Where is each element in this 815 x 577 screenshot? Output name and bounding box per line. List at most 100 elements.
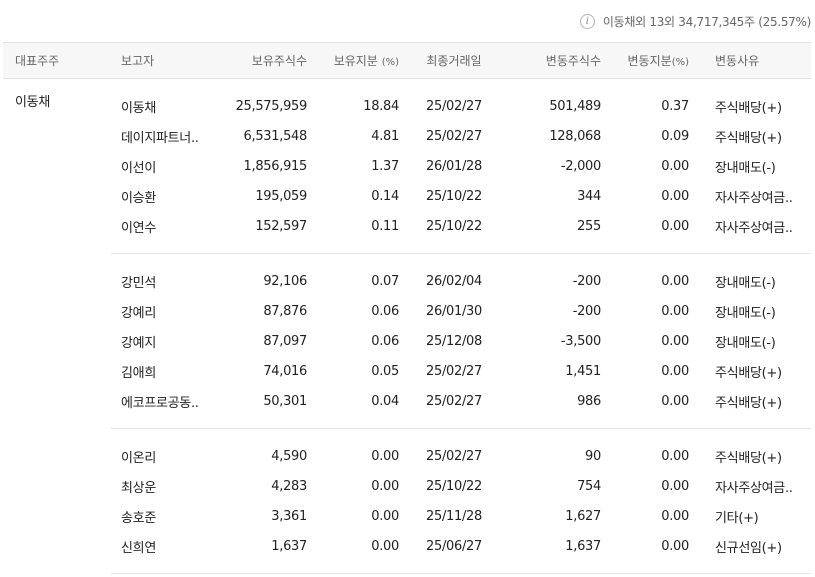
- change-ratio-cell: 0.00: [661, 273, 689, 289]
- shares-cell: 87,097: [263, 333, 307, 349]
- last-trade-cell: 25/02/27: [426, 363, 482, 379]
- rep-holder-cell: 이동채: [15, 95, 50, 110]
- shares-cell: 25,575,959: [235, 98, 308, 114]
- table-row: 에코프로공동.. 50,301 0.04 25/02/27 986 0.00 주식배당(+): [3, 386, 811, 429]
- header-change-ratio: 변동지분(%): [605, 42, 693, 79]
- reporter-cell: 강민석: [121, 275, 156, 291]
- table-row: 이연수 152,597 0.11 25/10/22 255 0.00 자사주상여금..: [3, 211, 811, 254]
- ratio-cell: 4.81: [371, 128, 399, 144]
- header-reason: 변동사유: [693, 42, 811, 79]
- last-trade-cell: 25/10/22: [403, 211, 505, 254]
- shares-cell: 74,016: [263, 363, 307, 379]
- shares-cell: 152,597: [221, 211, 311, 254]
- reporter-cell: 이승환: [121, 190, 156, 206]
- header-reporter: 보고자: [111, 42, 221, 79]
- reason-cell: 자사주상여금..: [693, 211, 811, 254]
- reason-cell: 장내매도(-): [715, 160, 776, 176]
- table-row: 이온리 4,590 0.00 25/02/27 90 0.00 주식배당(+): [3, 429, 811, 472]
- last-trade-cell: 25/10/22: [426, 188, 482, 204]
- last-trade-cell: 25/10/22: [426, 478, 482, 494]
- ratio-cell: 0.00: [371, 448, 399, 464]
- change-ratio-cell: 0.00: [661, 158, 689, 174]
- change-shares-cell: 1,451: [565, 363, 601, 379]
- table-row: 최상운 4,283 0.00 25/10/22 754 0.00 자사주상여금..: [3, 471, 811, 501]
- ratio-cell: 0.06: [371, 333, 399, 349]
- ratio-cell: 0.14: [371, 188, 399, 204]
- reporter-cell: 신희연: [111, 531, 221, 574]
- header-ratio: 보유지분 (%): [311, 42, 403, 79]
- last-trade-cell: 25/12/08: [426, 333, 482, 349]
- change-ratio-cell: 0.00: [605, 211, 693, 254]
- reporter-cell: 이동채: [121, 100, 156, 116]
- reporter-cell: 김애희: [121, 365, 156, 381]
- last-trade-cell: 26/01/28: [426, 158, 482, 174]
- ratio-cell: 0.11: [311, 211, 403, 254]
- ratio-cell: 0.06: [371, 303, 399, 319]
- change-shares-cell: 128,068: [549, 128, 601, 144]
- reason-cell: 기타(+): [715, 510, 759, 526]
- table-row: 강예지 87,097 0.06 25/12/08 -3,500 0.00 장내매도(-): [3, 326, 811, 356]
- table-row: 이승환 195,059 0.14 25/10/22 344 0.00 자사주상여금..: [3, 181, 811, 211]
- last-trade-cell: 25/02/27: [403, 386, 505, 429]
- last-trade-cell: 26/01/30: [426, 303, 482, 319]
- reporter-cell: 강예지: [121, 335, 156, 351]
- table-header: 대표주주 보고자 보유주식수 보유지분 (%) 최종거래일 변동주식수 변동지분…: [3, 42, 811, 79]
- reason-cell: 장내매도(-): [715, 275, 776, 291]
- shares-cell: 4,283: [271, 478, 307, 494]
- ratio-cell: 0.07: [371, 273, 399, 289]
- change-shares-cell: 255: [505, 211, 605, 254]
- change-ratio-cell: 0.09: [661, 128, 689, 144]
- change-ratio-cell: 0.00: [661, 333, 689, 349]
- change-shares-cell: -3,500: [560, 333, 601, 349]
- change-shares-cell: 501,489: [549, 98, 601, 114]
- table-row: 김애희 74,016 0.05 25/02/27 1,451 0.00 주식배당(+): [3, 356, 811, 386]
- reason-cell: 자사주상여금..: [715, 480, 793, 496]
- table-row: 이동채 이동채 25,575,959 18.84 25/02/27 501,489 0.37…: [3, 79, 811, 122]
- change-shares-cell: 1,627: [565, 508, 601, 524]
- header-rep: 대표주주: [3, 42, 111, 79]
- reason-cell: 주식배당(+): [715, 100, 782, 116]
- ratio-cell: 1.37: [371, 158, 399, 174]
- ratio-cell: 0.00: [371, 508, 399, 524]
- change-shares-cell: -200: [572, 273, 602, 289]
- table-row: 강예리 87,876 0.06 26/01/30 -200 0.00 장내매도(-): [3, 296, 811, 326]
- last-trade-cell: 26/02/04: [426, 273, 482, 289]
- reporter-cell: 이온리: [121, 450, 156, 466]
- shares-cell: 87,876: [263, 303, 307, 319]
- change-ratio-cell: 0.37: [661, 98, 689, 114]
- reporter-cell: 에코프로공동..: [111, 386, 221, 429]
- reason-cell: 주식배당(+): [715, 365, 782, 381]
- reason-cell: 주식배당(+): [715, 130, 782, 146]
- ratio-cell: 18.84: [363, 98, 399, 114]
- major-shareholder-table: 대표주주 보고자 보유주식수 보유지분 (%) 최종거래일 변동주식수 변동지분…: [3, 42, 811, 574]
- reason-cell: 장내매도(-): [715, 335, 776, 351]
- change-ratio-cell: 0.00: [661, 508, 689, 524]
- reason-cell: 신규선임(+): [693, 531, 811, 574]
- table-row: 신희연 1,637 0.00 25/06/27 1,637 0.00 신규선임(+): [3, 531, 811, 574]
- summary-text: 이동채외 13외 34,717,345주 (25.57%): [602, 14, 811, 29]
- change-ratio-cell: 0.00: [661, 363, 689, 379]
- reporter-cell: 이선이: [121, 160, 156, 176]
- change-shares-cell: 1,637: [505, 531, 605, 574]
- change-ratio-cell: 0.00: [661, 303, 689, 319]
- last-trade-cell: 25/02/27: [426, 98, 482, 114]
- header-shares: 보유주식수: [221, 42, 311, 79]
- change-ratio-cell: 0.00: [661, 188, 689, 204]
- change-shares-cell: -2,000: [560, 158, 601, 174]
- table-row: 송호준 3,361 0.00 25/11/28 1,627 0.00 기타(+): [3, 501, 811, 531]
- shares-cell: 195,059: [255, 188, 307, 204]
- rep-holder-cell: [3, 429, 111, 574]
- change-ratio-cell: 0.00: [605, 531, 693, 574]
- shares-cell: 6,531,548: [243, 128, 308, 144]
- shares-cell: 50,301: [221, 386, 311, 429]
- shares-cell: 1,637: [221, 531, 311, 574]
- header-last-trade: 최종거래일: [403, 42, 505, 79]
- ratio-cell: 0.00: [311, 531, 403, 574]
- info-icon[interactable]: i: [579, 13, 595, 29]
- last-trade-cell: 25/06/27: [403, 531, 505, 574]
- change-ratio-cell: 0.00: [605, 386, 693, 429]
- reason-cell: 주식배당(+): [693, 386, 811, 429]
- last-trade-cell: 25/11/28: [426, 508, 482, 524]
- change-shares-cell: 90: [585, 448, 601, 464]
- table-row: 강민석 92,106 0.07 26/02/04 -200 0.00 장내매도(-): [3, 254, 811, 297]
